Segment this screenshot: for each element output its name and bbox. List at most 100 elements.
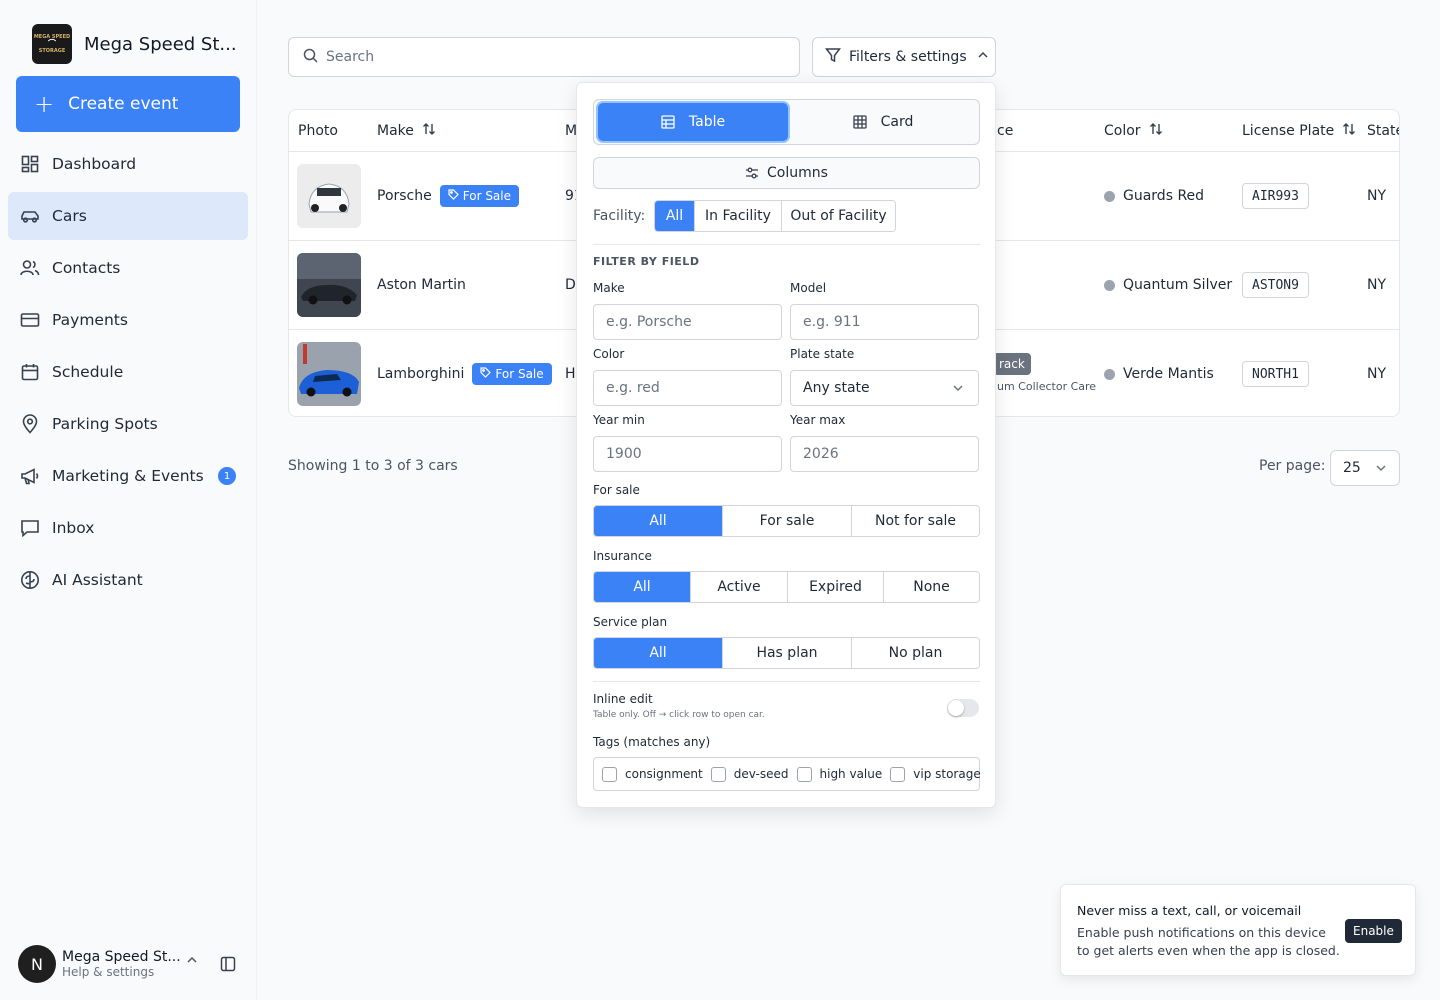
checkbox[interactable] [602,766,617,782]
color-cell: Guards Red [1104,152,1204,240]
plate-state-label: Plate state [790,347,855,361]
inline-edit-toggle[interactable] [947,699,979,717]
create-event-button[interactable]: + Create event [16,76,240,132]
service-plan-option-has-plan[interactable]: Has plan [722,638,851,668]
column-header-license-plate[interactable]: License Plate [1242,110,1356,151]
checkbox[interactable] [796,766,812,782]
tag-option-consignment[interactable]: consignment [602,766,703,782]
megaphone-icon [20,466,40,486]
search-icon [303,48,318,67]
facility-option-in-facility[interactable]: In Facility [694,201,781,231]
per-page-label: Per page: [1259,458,1326,474]
color-dot [1104,190,1115,202]
for-sale-option-not-for-sale[interactable]: Not for sale [851,506,979,536]
columns-label: Columns [767,165,828,181]
plate-state-select[interactable]: Any state [790,370,979,406]
car-photo-aston-martin [297,253,361,317]
for-sale-option-for-sale[interactable]: For sale [722,506,851,536]
service-plan-option-all[interactable]: All [594,638,722,668]
sidebar-item-label: Marketing & Events [52,467,204,485]
checkbox[interactable] [890,766,906,782]
tag-option-vip-storage[interactable]: vip storage [890,766,981,782]
toast-body: Enable push notifications on this device… [1077,925,1340,958]
for-sale-option-all[interactable]: All [594,506,722,536]
license-plate: NORTH1 [1242,361,1309,387]
view-table-button[interactable]: Table [598,103,788,141]
tag-icon [448,189,459,203]
logo-car-glyph: ⌒ [48,39,56,48]
chevron-down-icon [952,382,964,398]
inline-edit-description: Table only. Off → click row to open car. [593,710,765,720]
plate-cell: AIR993 [1242,152,1309,240]
make-filter-input[interactable] [593,304,782,340]
sidebar-item-ai-assistant[interactable]: AI Assistant [8,556,248,604]
divider [593,681,980,682]
view-card-button[interactable]: Card [788,103,978,141]
sidebar-item-inbox[interactable]: Inbox [8,504,248,552]
model-filter-input[interactable] [790,304,979,340]
sidebar-item-label: Inbox [52,519,95,537]
column-header-price[interactable]: ce [997,110,1013,151]
for-sale-badge: For Sale [439,185,520,207]
divider [593,244,980,245]
tag-option-dev-seed[interactable]: dev-seed [710,766,789,782]
facility-label: Facility: [593,208,646,224]
sidebar-item-marketing-events[interactable]: Marketing & Events 1 [8,452,248,500]
sidebar-item-cars[interactable]: Cars [8,192,248,240]
insurance-option-expired[interactable]: Expired [787,572,883,602]
sidebar-item-parking-spots[interactable]: Parking Spots [8,400,248,448]
year-max-input[interactable] [790,436,979,472]
sidebar-toggle-icon[interactable] [220,956,236,976]
per-page-value: 25 [1343,460,1361,476]
sidebar-item-label: Schedule [52,363,124,381]
sliders-icon [745,166,759,180]
insurance-option-active[interactable]: Active [690,572,787,602]
column-header-state[interactable]: State [1367,110,1399,151]
search-input[interactable] [326,49,766,65]
per-page-select[interactable]: 25 [1330,450,1400,486]
tag-option-label: consignment [625,767,703,781]
account-info: Mega Speed St... Help & settings [62,949,181,979]
credit-card-icon [20,310,40,330]
color-text: Guards Red [1123,188,1205,204]
insurance-option-none[interactable]: None [883,572,979,602]
checkbox[interactable] [710,766,726,782]
chevron-up-icon[interactable] [186,954,198,970]
header-label: ce [997,122,1014,139]
plus-icon: + [34,90,55,118]
tag-option-high-value[interactable]: high value [796,766,882,782]
sort-icon [422,122,436,140]
sidebar-item-label: Parking Spots [52,415,158,433]
facility-option-all[interactable]: All [655,201,694,231]
color-cell: Verde Mantis [1104,330,1214,416]
sidebar-item-payments[interactable]: Payments [8,296,248,344]
filters-settings-button[interactable]: Filters & settings [812,37,996,77]
color-filter-input[interactable] [593,370,782,406]
column-header-color[interactable]: Color [1104,110,1163,151]
color-cell: Quantum Silver [1104,241,1232,329]
service-plan-text: um Collector Care [997,380,1097,393]
brand[interactable]: MEGA SPEED ⌒ STORAGE Mega Speed St... [32,24,237,64]
brand-name: Mega Speed St... [84,33,237,55]
facility-option-out-of-facility[interactable]: Out of Facility [781,201,895,231]
sidebar-item-contacts[interactable]: Contacts [8,244,248,292]
color-text: Quantum Silver [1123,277,1233,293]
make-cell: Aston Martin [377,241,466,329]
sidebar-item-label: AI Assistant [52,571,143,589]
sidebar-item-dashboard[interactable]: Dashboard [8,140,248,188]
service-plan-option-no-plan[interactable]: No plan [851,638,979,668]
contacts-icon [20,258,40,278]
license-plate: ASTON9 [1242,272,1309,298]
columns-button[interactable]: Columns [593,157,980,189]
toast-title: Never miss a text, call, or voicemail [1077,903,1302,918]
year-min-input[interactable] [593,436,782,472]
column-header-make[interactable]: Make [377,110,436,151]
account-footer[interactable]: N Mega Speed St... Help & settings [18,944,242,984]
view-table-label: Table [688,114,726,130]
enable-notifications-button[interactable]: Enable [1345,919,1402,943]
color-label: Color [593,347,625,361]
sidebar-item-schedule[interactable]: Schedule [8,348,248,396]
insurance-option-all[interactable]: All [594,572,690,602]
color-dot [1104,279,1115,291]
search-box [288,37,800,77]
